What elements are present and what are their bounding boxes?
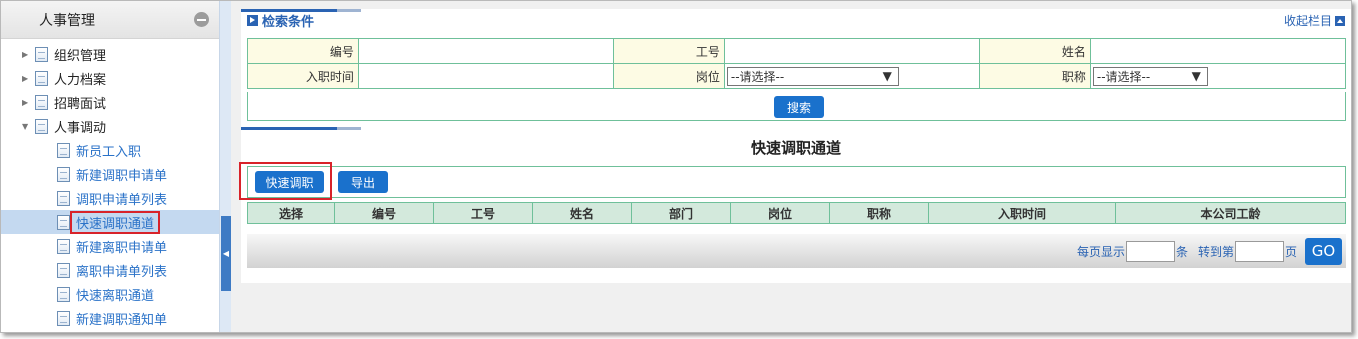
toolbar: 快速调职 导出	[239, 162, 1346, 200]
dropdown-arrow-icon: ▼	[882, 69, 892, 83]
collapse-up-icon	[1335, 15, 1345, 26]
search-form: 编号 工号 姓名 入职时间 岗位 --请选择-- ▼ 职称 --请选择-- ▼	[247, 38, 1347, 89]
document-icon	[57, 238, 70, 254]
hire-date-label: 入职时间	[247, 63, 359, 89]
empno-label: 工号	[612, 38, 725, 64]
search-button-row: 搜索	[247, 92, 1346, 121]
data-table: 选择 编号 工号 姓名 部门 岗位 职称 入职时间 本公司工龄	[247, 202, 1346, 224]
nav-tree: ▶ 组织管理 ▶ 人力档案 ▶ 招聘面试 ▼ 人事调动 新员工入职 新建调职申请单 调职…	[1, 39, 219, 330]
post-select-value: --请选择--	[730, 69, 785, 84]
sidebar-subitem-transfer-list[interactable]: 调职申请单列表	[1, 186, 219, 210]
dropdown-arrow-icon: ▼	[1191, 69, 1201, 83]
sidebar-item-label: 人事调动	[54, 120, 107, 136]
col-header[interactable]: 岗位	[730, 202, 830, 224]
hire-date-input[interactable]	[357, 63, 614, 89]
code-input[interactable]	[357, 38, 614, 64]
sidebar-subitem-label: 新建离职申请单	[76, 240, 168, 256]
collapse-arrow-icon[interactable]: ▼	[22, 122, 35, 131]
document-icon	[57, 142, 70, 158]
sidebar-item-recruit[interactable]: ▶ 招聘面试	[1, 90, 219, 114]
name-input[interactable]	[1089, 38, 1347, 64]
sidebar-subitem-resign-list[interactable]: 离职申请单列表	[1, 258, 219, 282]
col-header[interactable]: 姓名	[532, 202, 632, 224]
col-header[interactable]: 本公司工龄	[1115, 202, 1346, 224]
sidebar-subitem-quick-resign[interactable]: 快速离职通道	[1, 282, 219, 306]
go-button[interactable]: GO	[1305, 237, 1342, 265]
play-icon	[247, 15, 258, 26]
content-panel: 检索条件 收起栏目 编号 工号 姓名 入职时间 岗位 --请选择-- ▼ 职称 -…	[239, 9, 1351, 283]
sidebar-item-org[interactable]: ▶ 组织管理	[1, 42, 219, 66]
section-bar	[241, 127, 361, 130]
sidebar-header: 人事管理	[1, 1, 219, 39]
sidebar-subitem-new-transfer[interactable]: 新建调职申请单	[1, 162, 219, 186]
expand-arrow-icon[interactable]: ▶	[22, 98, 35, 107]
collapse-label: 收起栏目	[1283, 14, 1332, 28]
expand-arrow-icon[interactable]: ▶	[22, 50, 35, 59]
collapse-section-button[interactable]: 收起栏目	[1284, 12, 1345, 29]
col-header[interactable]: 选择	[247, 202, 335, 224]
document-icon	[35, 94, 48, 110]
post-select[interactable]: --请选择-- ▼	[726, 66, 899, 86]
col-header[interactable]: 部门	[631, 202, 731, 224]
sidebar-item-label: 人力档案	[54, 72, 107, 88]
search-button[interactable]: 搜索	[774, 96, 824, 118]
goto-page-input[interactable]	[1234, 240, 1284, 262]
sidebar-item-transfer[interactable]: ▼ 人事调动	[1, 114, 219, 138]
name-label: 姓名	[978, 38, 1091, 64]
chevron-left-icon: ◀	[222, 249, 230, 258]
document-icon	[35, 46, 48, 62]
goto-label: 转到第	[1197, 244, 1234, 259]
sidebar-subitem-new-hire[interactable]: 新员工入职	[1, 138, 219, 162]
sidebar-subitem-new-resign[interactable]: 新建离职申请单	[1, 234, 219, 258]
per-page-label: 每页显示	[1076, 244, 1125, 259]
document-icon	[35, 70, 48, 86]
sidebar-subitem-quick-transfer[interactable]: 快速调职通道	[1, 210, 219, 234]
empno-input[interactable]	[723, 38, 980, 64]
document-icon	[57, 286, 70, 302]
document-icon	[57, 214, 70, 230]
per-page-input[interactable]	[1125, 240, 1175, 262]
collapse-icon[interactable]	[194, 12, 209, 27]
search-header: 检索条件 收起栏目	[241, 12, 1351, 30]
search-title: 检索条件	[262, 15, 315, 30]
quick-transfer-button[interactable]: 快速调职	[255, 171, 324, 193]
document-icon	[57, 310, 70, 326]
sidebar-item-label: 组织管理	[54, 48, 107, 64]
col-header[interactable]: 工号	[433, 202, 533, 224]
pager: 每页显示 条 转到第 页 GO	[247, 234, 1346, 268]
sidebar-subitem-label: 快速离职通道	[76, 288, 155, 304]
sidebar-subitem-label: 新建调职申请单	[76, 168, 168, 184]
page-title: 快速调职通道	[750, 139, 841, 157]
sidebar-subitem-label: 调职申请单列表	[76, 192, 168, 208]
col-header[interactable]: 职称	[829, 202, 929, 224]
export-button[interactable]: 导出	[338, 171, 388, 193]
sidebar-subitem-label: 新建调职通知单	[76, 312, 168, 328]
title-label: 职称	[978, 63, 1091, 89]
sidebar-subitem-new-notice[interactable]: 新建调职通知单	[1, 306, 219, 330]
window: 人事管理 ▶ 组织管理 ▶ 人力档案 ▶ 招聘面试 ▼ 人事调动 新员工入职 新建调职申…	[0, 0, 1352, 333]
title-select-value: --请选择--	[1096, 69, 1151, 84]
col-header[interactable]: 编号	[334, 202, 434, 224]
goto-suffix: 页	[1284, 244, 1297, 259]
sidebar: 人事管理 ▶ 组织管理 ▶ 人力档案 ▶ 招聘面试 ▼ 人事调动 新员工入职 新建调职申…	[1, 1, 219, 332]
table-header-row: 选择 编号 工号 姓名 部门 岗位 职称 入职时间 本公司工龄	[247, 202, 1346, 224]
sidebar-item-archive[interactable]: ▶ 人力档案	[1, 66, 219, 90]
document-icon	[57, 190, 70, 206]
expand-arrow-icon[interactable]: ▶	[22, 74, 35, 83]
sidebar-subitem-label: 快速调职通道	[70, 210, 161, 234]
document-icon	[57, 262, 70, 278]
title-select[interactable]: --请选择-- ▼	[1092, 66, 1208, 86]
document-icon	[35, 118, 48, 134]
col-header[interactable]: 入职时间	[928, 202, 1116, 224]
collapse-sidebar-handle[interactable]: ◀	[221, 216, 231, 291]
document-icon	[57, 166, 70, 182]
sidebar-title: 人事管理	[39, 12, 95, 29]
code-label: 编号	[247, 38, 359, 64]
post-label: 岗位	[612, 63, 725, 89]
sidebar-subitem-label: 离职申请单列表	[76, 264, 168, 280]
per-page-suffix: 条	[1175, 244, 1188, 259]
sidebar-subitem-label: 新员工入职	[76, 144, 142, 160]
sidebar-item-label: 招聘面试	[54, 96, 107, 112]
